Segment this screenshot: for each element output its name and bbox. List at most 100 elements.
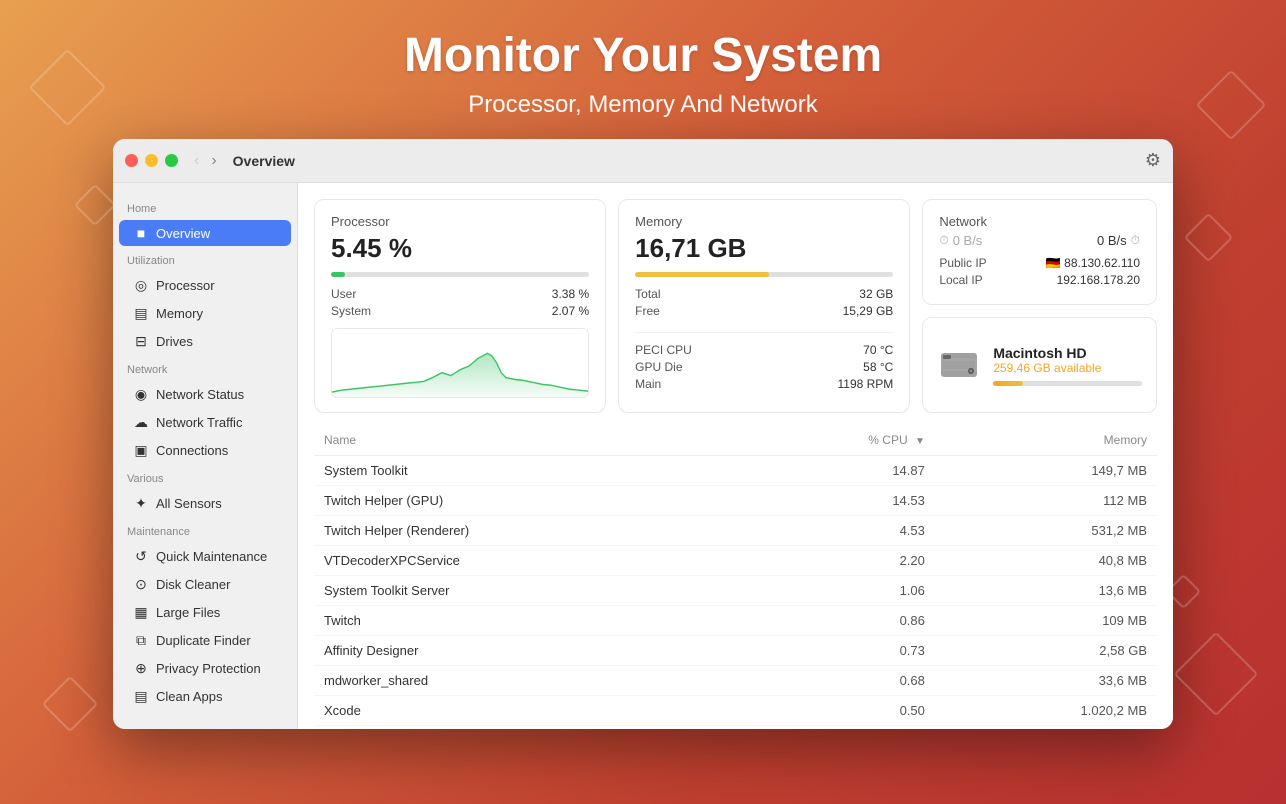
sidebar-section-utilization: Utilization (113, 247, 297, 271)
public-ip-label: Public IP (939, 256, 986, 270)
local-ip-row: Local IP 192.168.178.20 (939, 273, 1140, 287)
disk-card: Macintosh HD 259,46 GB available (922, 317, 1157, 413)
sidebar-item-disk-cleaner[interactable]: ⊙Disk Cleaner (119, 571, 291, 598)
process-memory: 33,6 MB (935, 666, 1157, 696)
table-row: System Toolkit14.87149,7 MB (314, 456, 1157, 486)
sidebar-item-overview[interactable]: ■ Overview (119, 220, 291, 246)
process-name: Xcode (314, 696, 738, 726)
process-memory: 531,2 MB (935, 516, 1157, 546)
table-row: VTDecoderXPCService2.2040,8 MB (314, 546, 1157, 576)
clean-apps-icon: ▤ (133, 688, 149, 705)
processor-system-label: System (331, 304, 371, 318)
processor-title: Processor (331, 214, 589, 229)
local-ip-label: Local IP (939, 273, 982, 287)
cards-row-top: Processor 5.45 % User 3.38 % System 2.07… (314, 199, 1157, 413)
processor-card: Processor 5.45 % User 3.38 % System 2.07… (314, 199, 606, 413)
forward-button[interactable]: › (207, 150, 220, 172)
process-name: VTDecoderXPCService (314, 546, 738, 576)
sensors-section: PECI CPU 70 °C GPU Die 58 °C Main 1198 R… (635, 332, 893, 391)
sidebar-label-all-sensors: All Sensors (156, 496, 222, 511)
sidebar-item-memory[interactable]: ▤Memory (119, 300, 291, 327)
col-memory-header[interactable]: Memory (935, 425, 1157, 456)
sidebar-item-privacy-protection[interactable]: ⊕Privacy Protection (119, 655, 291, 682)
processor-user-value: 3.38 % (552, 287, 589, 301)
maximize-button[interactable] (165, 154, 178, 167)
memory-card: Memory 16,71 GB Total 32 GB Free 15,29 G… (618, 199, 910, 413)
sidebar-item-quick-maintenance[interactable]: ↺Quick Maintenance (119, 543, 291, 570)
flag-icon: 🇩🇪 (1046, 256, 1061, 270)
processor-value: 5.45 % (331, 233, 589, 264)
peci-value: 70 °C (863, 343, 893, 357)
cpu-graph (331, 328, 589, 398)
process-memory: 13,6 MB (935, 576, 1157, 606)
disk-bar-fill (993, 381, 1023, 386)
content-area: Processor 5.45 % User 3.38 % System 2.07… (298, 183, 1173, 729)
sidebar-item-large-files[interactable]: ▦Large Files (119, 599, 291, 626)
quick-maintenance-icon: ↺ (133, 548, 149, 565)
process-memory: 149,7 MB (935, 456, 1157, 486)
memory-progress-bg (635, 272, 893, 277)
col-cpu-header[interactable]: % CPU ▼ (738, 425, 935, 456)
minimize-button[interactable] (145, 154, 158, 167)
back-button[interactable]: ‹ (190, 150, 203, 172)
table-row: Twitch Helper (Renderer)4.53531,2 MB (314, 516, 1157, 546)
privacy-protection-icon: ⊕ (133, 660, 149, 677)
processor-progress-bg (331, 272, 589, 277)
sidebar-item-clean-apps[interactable]: ▤Clean Apps (119, 683, 291, 710)
process-name: Twitch (314, 606, 738, 636)
header: Monitor Your System Processor, Memory An… (404, 0, 882, 139)
sidebar-label-network-status: Network Status (156, 387, 244, 402)
disk-info: Macintosh HD 259,46 GB available (993, 345, 1142, 386)
process-cpu: 0.50 (738, 696, 935, 726)
process-cpu: 0.73 (738, 636, 935, 666)
sidebar-item-connections[interactable]: ▣Connections (119, 437, 291, 464)
window-title: Overview (233, 153, 295, 169)
sidebar-label-drives: Drives (156, 334, 193, 349)
main-subtitle: Processor, Memory And Network (404, 91, 882, 119)
process-cpu: 0.68 (738, 666, 935, 696)
gpu-value: 58 °C (863, 360, 893, 374)
drives-icon: ⊟ (133, 333, 149, 350)
public-ip-row: Public IP 🇩🇪 88.130.62.110 (939, 256, 1140, 270)
process-memory: 112 MB (935, 486, 1157, 516)
close-button[interactable] (125, 154, 138, 167)
main-label: Main (635, 377, 661, 391)
sidebar-section-home: Home (113, 195, 297, 219)
traffic-lights (125, 154, 178, 167)
sidebar-item-network-traffic[interactable]: ☁Network Traffic (119, 409, 291, 436)
process-name: mdworker_shared (314, 666, 738, 696)
settings-icon[interactable]: ⚙ (1145, 150, 1161, 171)
all-sensors-icon: ✦ (133, 495, 149, 512)
disk-bar-bg (993, 381, 1142, 386)
sidebar-item-duplicate-finder[interactable]: ⧉Duplicate Finder (119, 627, 291, 654)
process-name: System Toolkit Server (314, 576, 738, 606)
network-status-icon: ◉ (133, 386, 149, 403)
clock-icon: ⏱ (939, 233, 948, 248)
nav-arrows: ‹ › (190, 150, 221, 172)
sidebar-item-network-status[interactable]: ◉ Network Status (119, 381, 291, 408)
sidebar-label-network-traffic: Network Traffic (156, 415, 242, 430)
table-row: Xcode0.501.020,2 MB (314, 696, 1157, 726)
process-name: System Toolkit (314, 456, 738, 486)
sidebar-label-duplicate-finder: Duplicate Finder (156, 633, 251, 648)
table-row: Affinity Designer0.732,58 GB (314, 636, 1157, 666)
process-name: Twitch Helper (Renderer) (314, 516, 738, 546)
process-cpu: 14.87 (738, 456, 935, 486)
col-name-header[interactable]: Name (314, 425, 738, 456)
process-memory: 40,8 MB (935, 546, 1157, 576)
sidebar-item-processor[interactable]: ◎Processor (119, 272, 291, 299)
sidebar-label-connections: Connections (156, 443, 228, 458)
sidebar-item-drives[interactable]: ⊟ Drives (119, 328, 291, 355)
sidebar-label-processor: Processor (156, 278, 215, 293)
network-disk-col: Network ⏱ 0 B/s 0 B/s ⏱ (922, 199, 1157, 413)
process-memory: 109 MB (935, 606, 1157, 636)
main-row: Main 1198 RPM (635, 377, 893, 391)
sidebar-label-overview: Overview (156, 226, 210, 241)
process-cpu: 1.06 (738, 576, 935, 606)
memory-icon: ▤ (133, 305, 149, 322)
gpu-label: GPU Die (635, 360, 682, 374)
memory-title: Memory (635, 214, 893, 229)
network-out-value: 0 B/s (1097, 233, 1127, 248)
sidebar-item-all-sensors[interactable]: ✦ All Sensors (119, 490, 291, 517)
overview-icon: ■ (133, 225, 149, 241)
